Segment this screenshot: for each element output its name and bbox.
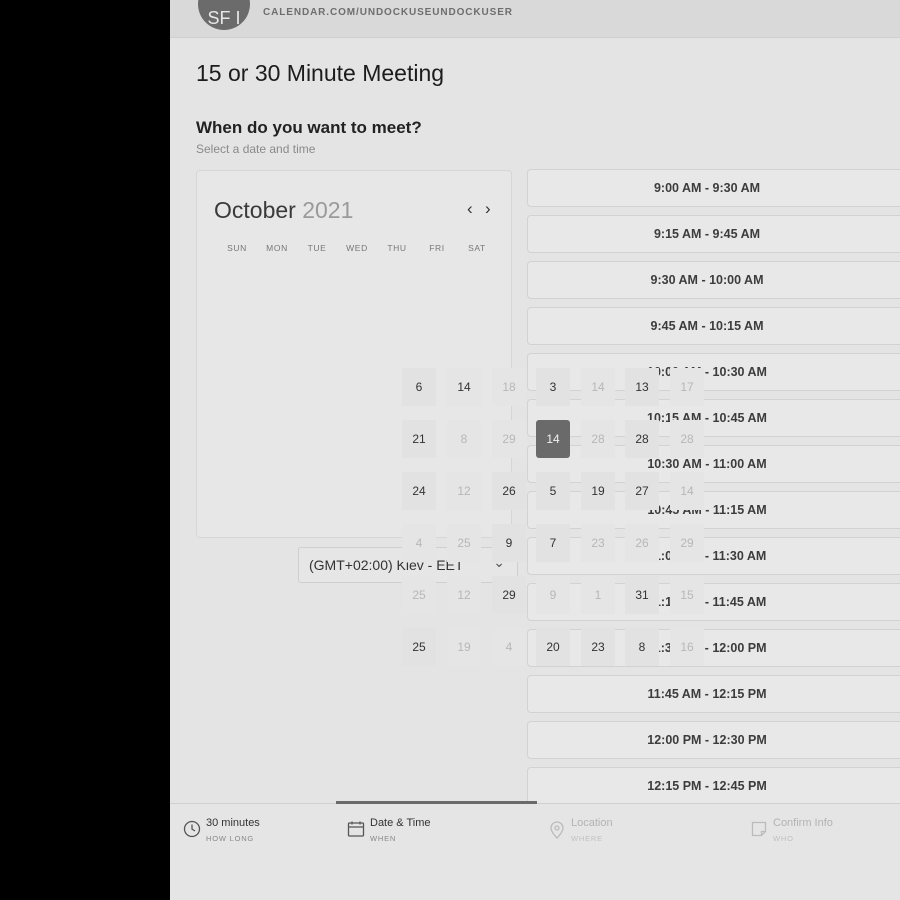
step-title: 30 minutes <box>206 817 260 829</box>
calendar-day[interactable]: 4 <box>402 524 436 562</box>
calendar-month-label: October 2021 <box>214 197 353 224</box>
calendar-day[interactable]: 25 <box>402 628 436 666</box>
calendar-day[interactable]: 24 <box>402 472 436 510</box>
document-icon <box>750 820 768 840</box>
calendar-day[interactable]: 8 <box>447 420 481 458</box>
calendar-day[interactable]: 25 <box>447 524 481 562</box>
calendar-day[interactable]: 8 <box>625 628 659 666</box>
calendar-day[interactable]: 4 <box>492 628 526 666</box>
calendar-day[interactable]: 7 <box>536 524 570 562</box>
calendar-day[interactable]: 16 <box>670 628 704 666</box>
next-month-button[interactable]: › <box>485 199 491 219</box>
calendar-day[interactable]: 3 <box>536 368 570 406</box>
time-slot[interactable]: 9:30 AM - 10:00 AM <box>527 261 900 299</box>
calendar-day[interactable]: 26 <box>625 524 659 562</box>
clock-icon <box>183 820 201 840</box>
calendar-day[interactable]: 28 <box>581 420 615 458</box>
calendar-day[interactable]: 15 <box>670 576 704 614</box>
calendar-day[interactable]: 1 <box>581 576 615 614</box>
step-subtitle: WHO <box>773 834 794 843</box>
page-title: 15 or 30 Minute Meeting <box>196 60 445 86</box>
calendar-day[interactable]: 23 <box>581 524 615 562</box>
weekday-label: TUE <box>307 243 327 253</box>
step-title: Confirm Info <box>773 817 833 829</box>
calendar-day[interactable]: 28 <box>625 420 659 458</box>
active-step-indicator <box>336 801 537 804</box>
calendar-day[interactable]: 20 <box>536 628 570 666</box>
calendar-day[interactable]: 19 <box>581 472 615 510</box>
weekday-label: MON <box>266 243 288 253</box>
step-title: Date & Time <box>370 817 431 829</box>
calendar-day[interactable]: 23 <box>581 628 615 666</box>
calendar-day[interactable]: 28 <box>670 420 704 458</box>
time-slot[interactable]: 12:15 PM - 12:45 PM <box>527 767 900 805</box>
calendar-day[interactable]: 12 <box>447 472 481 510</box>
time-slot[interactable]: 9:45 AM - 10:15 AM <box>527 307 900 345</box>
calendar-day[interactable]: 14 <box>581 368 615 406</box>
calendar-day[interactable]: 25 <box>402 576 436 614</box>
section-subtitle: Select a date and time <box>196 142 316 156</box>
weekday-label: THU <box>387 243 407 253</box>
calendar-day[interactable]: 21 <box>402 420 436 458</box>
prev-month-button[interactable]: ‹ <box>467 199 473 219</box>
calendar-day[interactable]: 12 <box>447 576 481 614</box>
calendar-day[interactable]: 29 <box>670 524 704 562</box>
step-subtitle: HOW LONG <box>206 834 255 843</box>
weekday-header: SUN MON TUE WED THU FRI SAT <box>217 243 497 253</box>
step-navigation: 30 minutes HOW LONG Date & Time WHEN Loc… <box>170 801 900 900</box>
location-pin-icon <box>548 820 566 840</box>
time-slot[interactable]: 12:00 PM - 12:30 PM <box>527 721 900 759</box>
step-title: Location <box>571 817 613 829</box>
weekday-label: FRI <box>429 243 445 253</box>
scheduler-app: SF I CALENDAR.COM/UNDOCKUSEUNDOCKUSER 15… <box>170 0 900 900</box>
calendar-month: October <box>214 197 296 223</box>
calendar-day[interactable]: 19 <box>447 628 481 666</box>
time-slot[interactable]: 11:45 AM - 12:15 PM <box>527 675 900 713</box>
weekday-label: SUN <box>227 243 247 253</box>
header-bar: SF I CALENDAR.COM/UNDOCKUSEUNDOCKUSER <box>170 0 900 38</box>
calendar-day[interactable]: 14 <box>447 368 481 406</box>
calendar-day[interactable]: 13 <box>625 368 659 406</box>
section-title: When do you want to meet? <box>196 118 422 137</box>
calendar-day[interactable]: 29 <box>492 420 526 458</box>
calendar-day[interactable]: 27 <box>625 472 659 510</box>
time-slot[interactable]: 9:15 AM - 9:45 AM <box>527 215 900 253</box>
calendar-day[interactable]: 9 <box>536 576 570 614</box>
calendar-day[interactable]: 6 <box>402 368 436 406</box>
timezone-value: (GMT+02:00) Kiev - EET <box>309 557 464 573</box>
calendar-day[interactable]: 17 <box>670 368 704 406</box>
weekday-label: WED <box>346 243 368 253</box>
weekday-label: SAT <box>468 243 486 253</box>
calendar-day[interactable]: 31 <box>625 576 659 614</box>
calendar-day[interactable]: 18 <box>492 368 526 406</box>
calendar-year: 2021 <box>302 197 354 223</box>
calendar-day[interactable]: 9 <box>492 524 526 562</box>
calendar-day[interactable]: 5 <box>536 472 570 510</box>
calendar-icon <box>347 820 365 840</box>
booking-url[interactable]: CALENDAR.COM/UNDOCKUSEUNDOCKUSER <box>263 7 513 18</box>
avatar: SF I <box>198 0 250 30</box>
calendar-day[interactable]: 26 <box>492 472 526 510</box>
calendar-day[interactable]: 14 <box>670 472 704 510</box>
time-slot[interactable]: 9:00 AM - 9:30 AM <box>527 169 900 207</box>
step-subtitle: WHERE <box>571 834 603 843</box>
calendar-day[interactable]: 29 <box>492 576 526 614</box>
step-subtitle: WHEN <box>370 834 397 843</box>
calendar-day-selected[interactable]: 14 <box>536 420 570 458</box>
